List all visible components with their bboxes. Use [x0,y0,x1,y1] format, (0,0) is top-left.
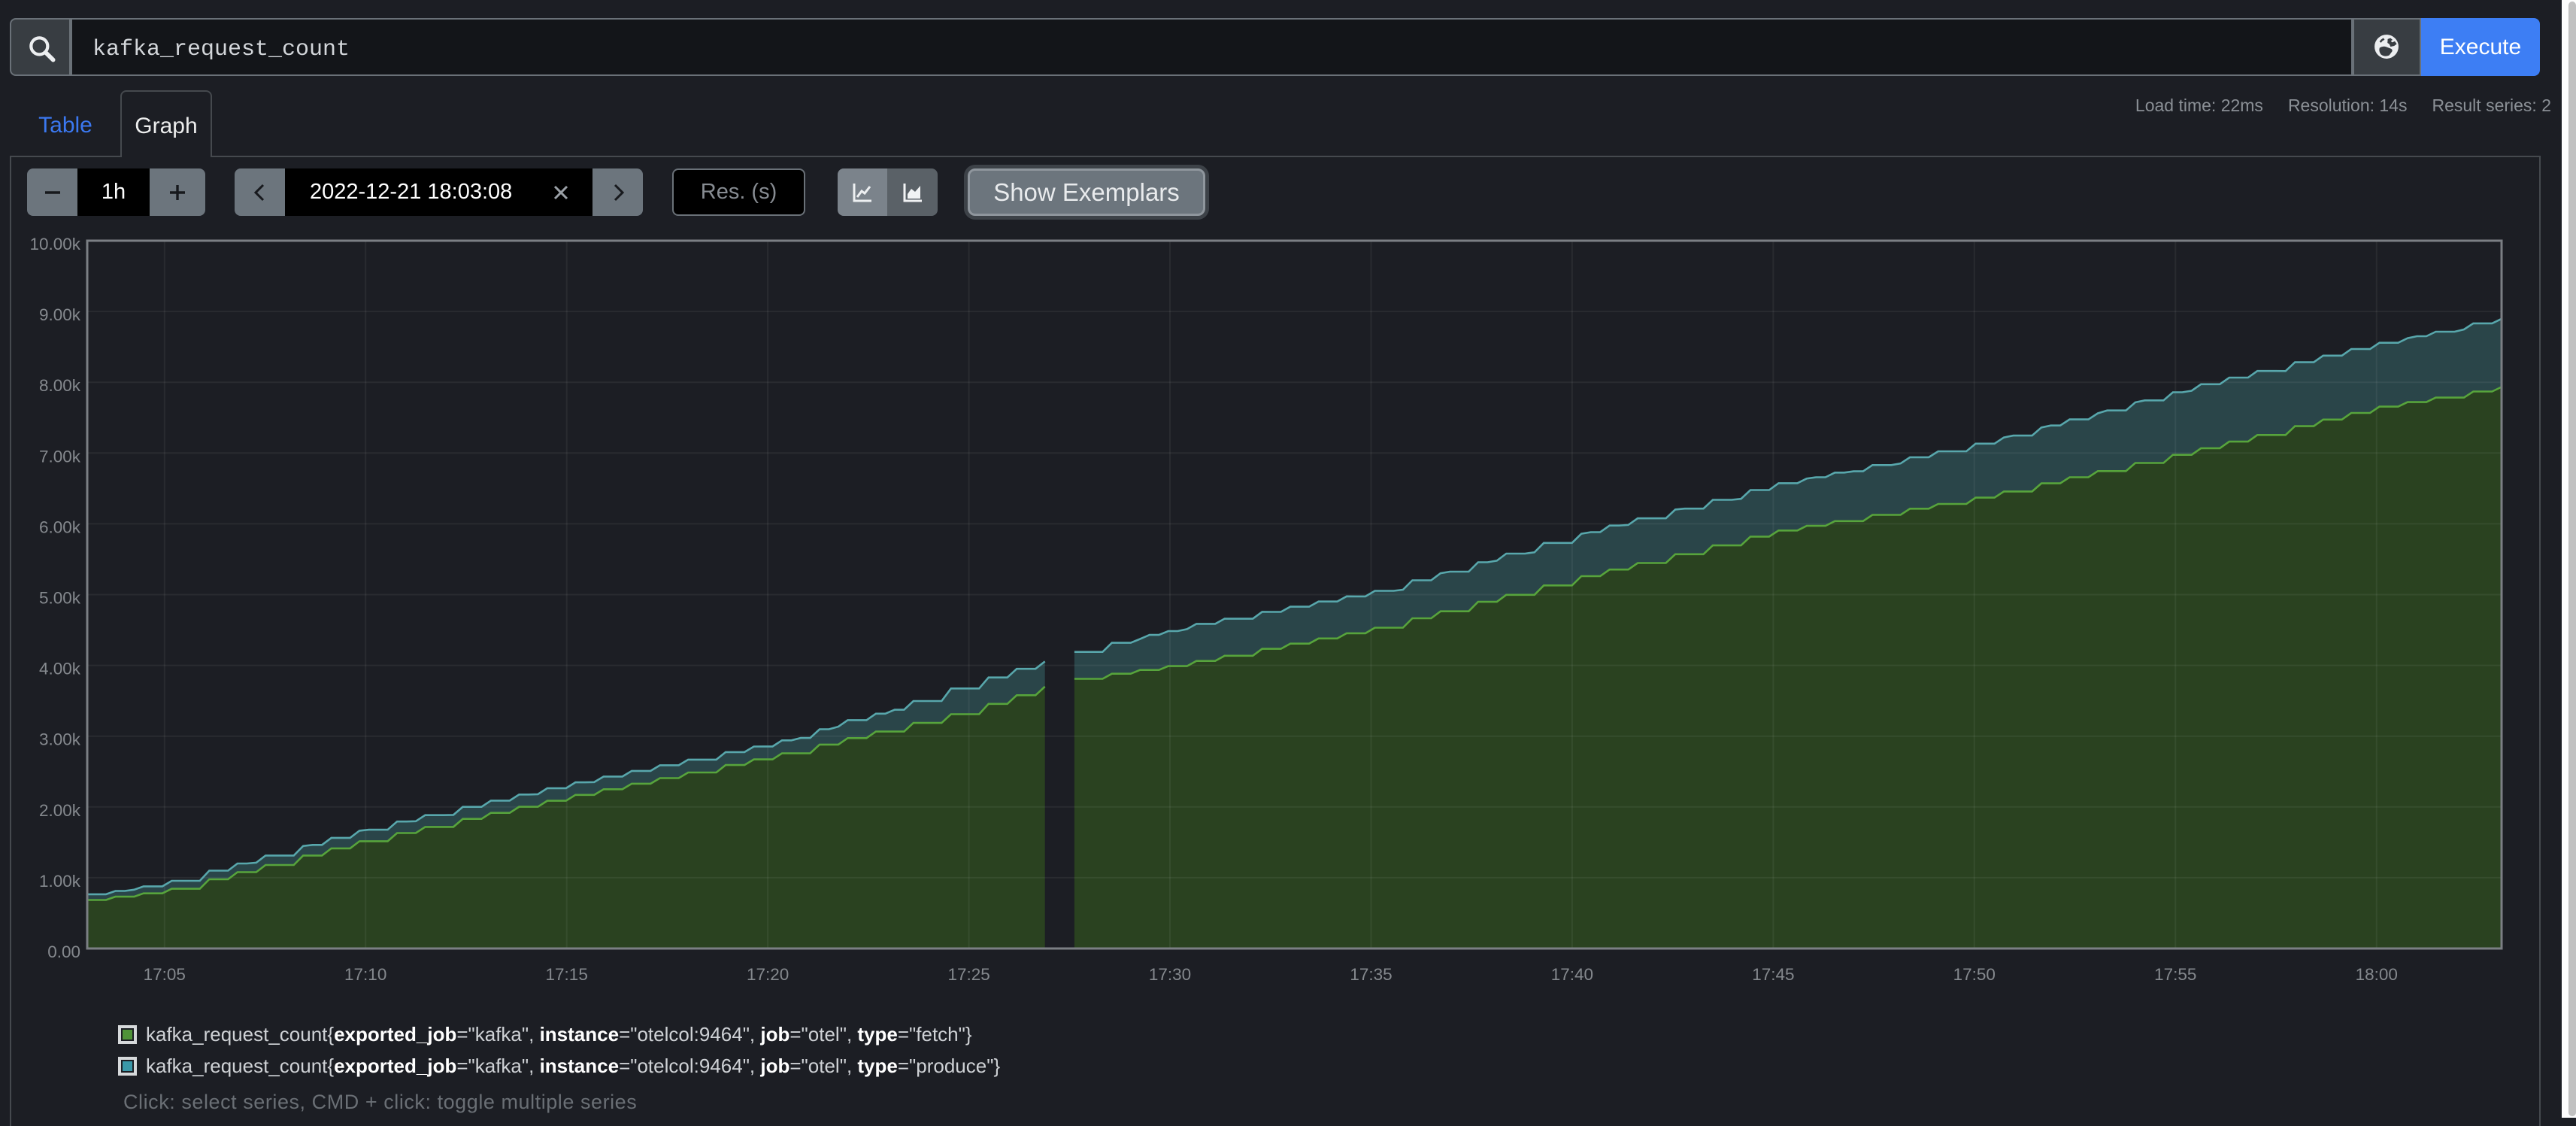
svg-text:17:45: 17:45 [1752,965,1794,984]
svg-text:3.00k: 3.00k [39,730,81,749]
svg-text:0.00: 0.00 [47,942,80,961]
svg-text:17:50: 17:50 [1953,965,1996,984]
svg-text:17:35: 17:35 [1350,965,1392,984]
svg-text:9.00k: 9.00k [39,305,81,324]
svg-text:7.00k: 7.00k [39,447,81,466]
svg-text:17:05: 17:05 [144,965,186,984]
svg-text:17:55: 17:55 [2154,965,2196,984]
svg-text:4.00k: 4.00k [39,660,81,678]
svg-text:17:15: 17:15 [546,965,588,984]
svg-text:6.00k: 6.00k [39,517,81,536]
svg-text:17:10: 17:10 [344,965,386,984]
svg-text:8.00k: 8.00k [39,376,81,395]
svg-text:1.00k: 1.00k [39,872,81,891]
svg-text:18:00: 18:00 [2356,965,2398,984]
svg-text:17:20: 17:20 [747,965,789,984]
svg-text:2.00k: 2.00k [39,801,81,820]
svg-text:17:25: 17:25 [947,965,989,984]
svg-text:17:30: 17:30 [1149,965,1191,984]
svg-text:5.00k: 5.00k [39,589,81,608]
svg-text:17:40: 17:40 [1551,965,1593,984]
svg-text:10.00k: 10.00k [29,235,80,253]
